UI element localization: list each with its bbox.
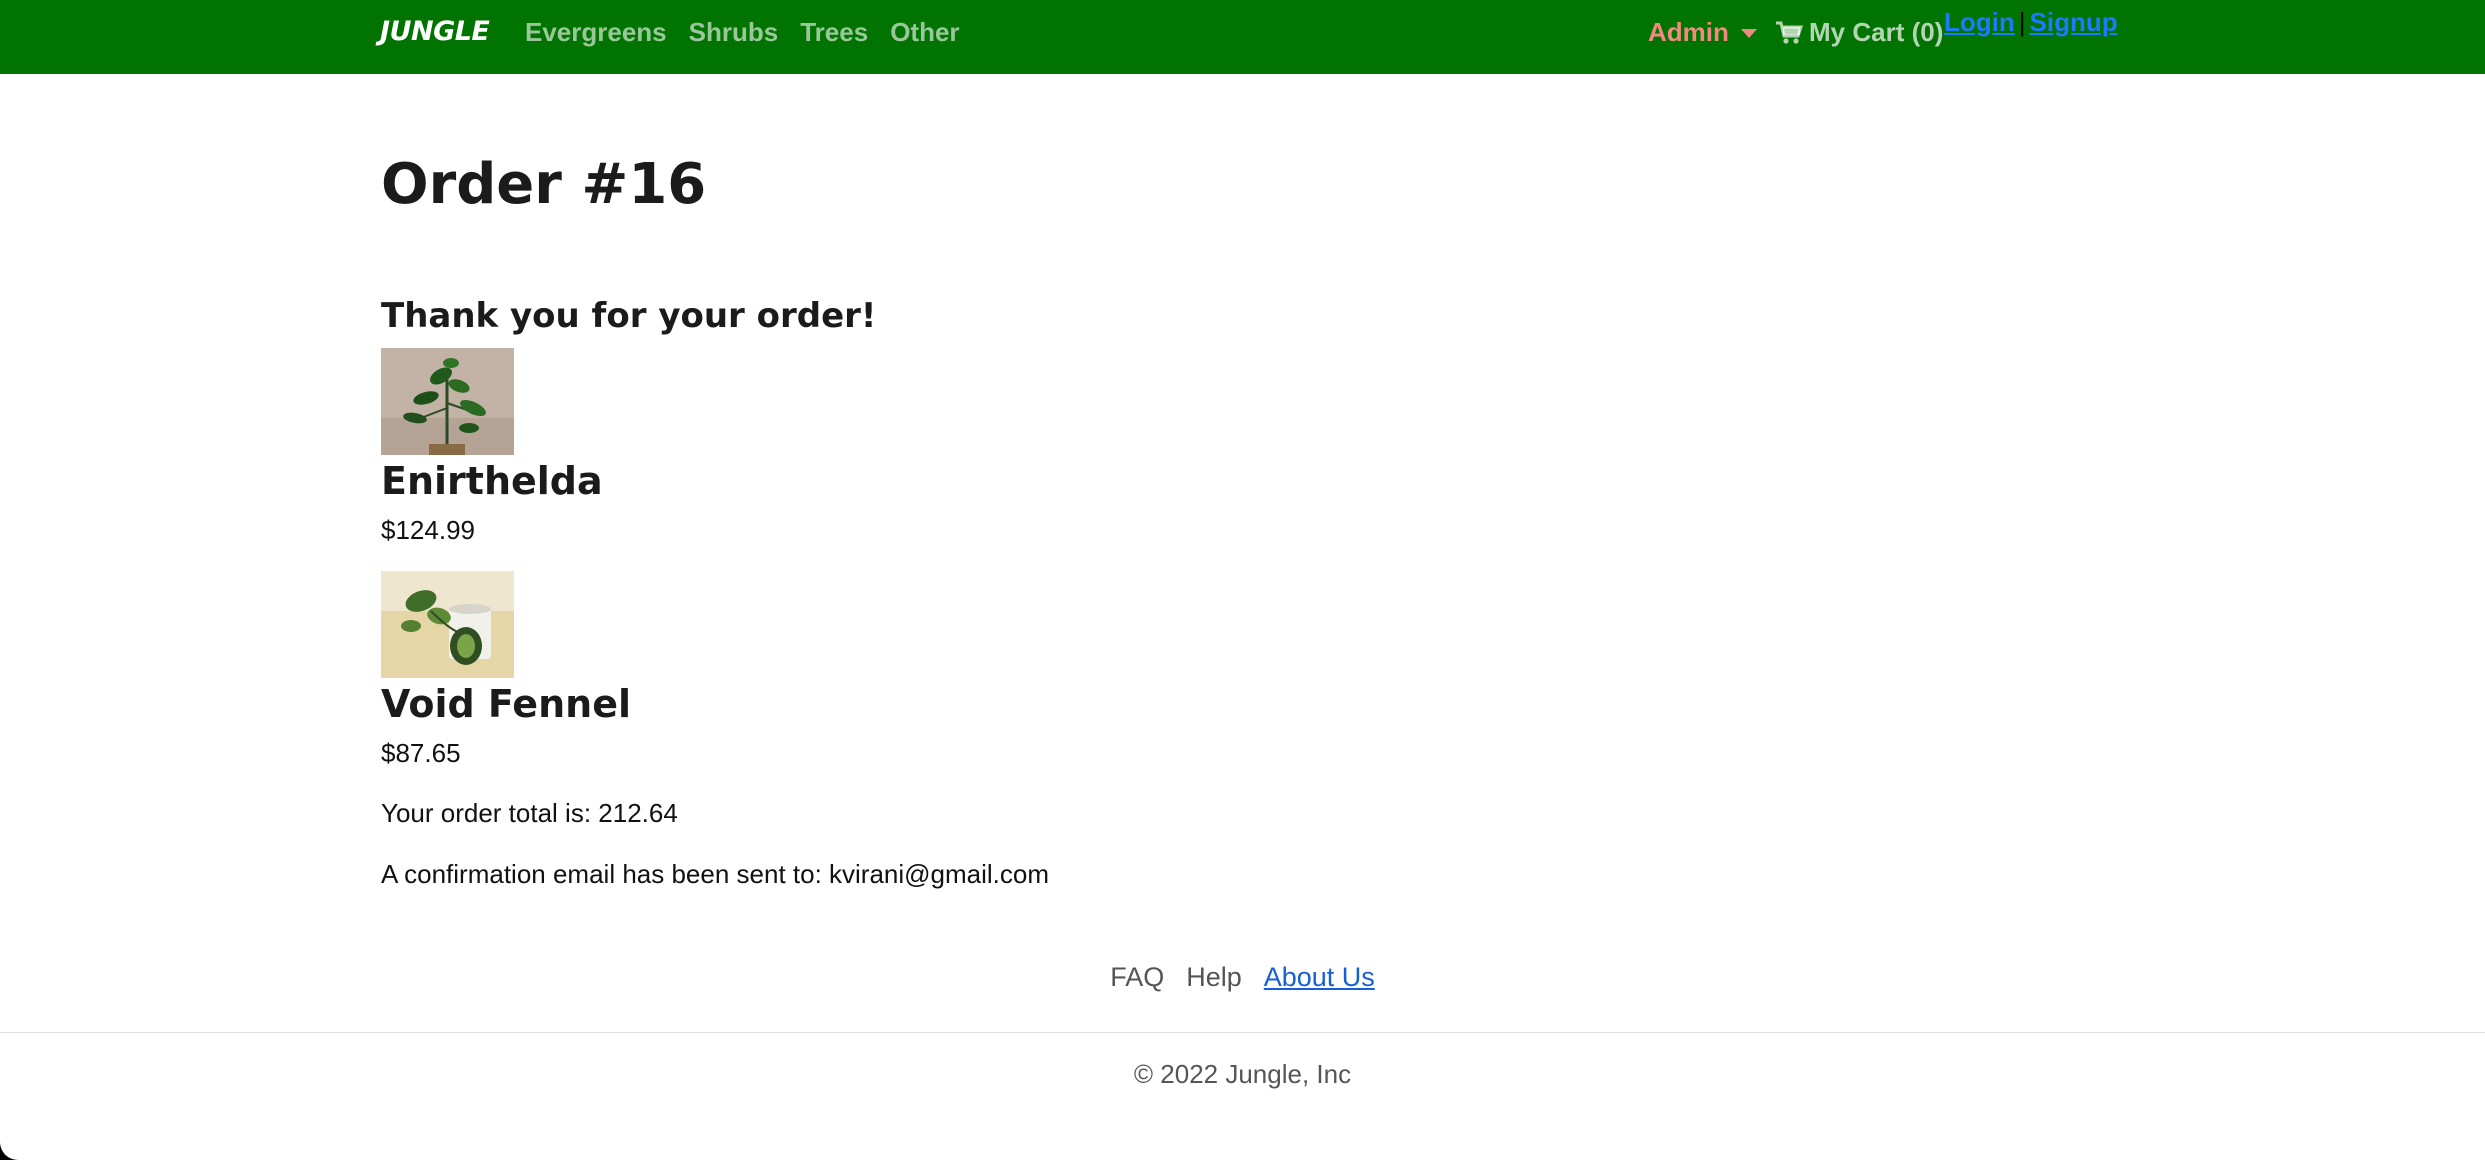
brand-logo[interactable]: JUNGLE xyxy=(380,16,490,47)
product-image xyxy=(381,571,514,678)
nav-link-shrubs[interactable]: Shrubs xyxy=(689,17,779,48)
footer-link-about-us[interactable]: About Us xyxy=(1264,962,1375,993)
product-name: Void Fennel xyxy=(381,682,631,726)
my-cart-link[interactable]: My Cart (0) xyxy=(1776,17,1943,48)
page-title: Order #16 xyxy=(381,152,707,217)
footer-links: FAQ Help About Us xyxy=(0,962,2485,993)
signup-link[interactable]: Signup xyxy=(2030,7,2118,38)
top-navbar: JUNGLE Evergreens Shrubs Trees Other Adm… xyxy=(0,0,2485,74)
category-nav: Evergreens Shrubs Trees Other xyxy=(525,17,960,48)
plant-image-icon xyxy=(381,348,514,455)
product-name: Enirthelda xyxy=(381,459,603,503)
shopping-cart-icon xyxy=(1776,21,1803,44)
footer-link-help[interactable]: Help xyxy=(1186,962,1242,993)
footer-divider xyxy=(0,1032,2485,1033)
confirmation-email-text: A confirmation email has been sent to: k… xyxy=(381,859,1050,889)
cart-label: My Cart (0) xyxy=(1809,17,1944,47)
nav-link-evergreens[interactable]: Evergreens xyxy=(525,17,667,48)
admin-dropdown[interactable]: Admin xyxy=(1648,17,1757,48)
nav-link-other[interactable]: Other xyxy=(890,17,959,48)
product-price: $87.65 xyxy=(381,738,461,768)
login-link[interactable]: Login xyxy=(1944,7,2015,38)
admin-label: Admin xyxy=(1648,17,1729,47)
caret-down-icon xyxy=(1740,29,1757,38)
copyright: © 2022 Jungle, Inc xyxy=(1133,1059,1352,1089)
thank-you-heading: Thank you for your order! xyxy=(381,296,877,336)
nav-link-trees[interactable]: Trees xyxy=(800,17,868,48)
auth-links: Login | Signup xyxy=(1944,7,2118,38)
page: JUNGLE Evergreens Shrubs Trees Other Adm… xyxy=(0,0,2485,1160)
plant-image-icon xyxy=(381,571,514,678)
product-price: $124.99 xyxy=(381,515,475,545)
auth-separator: | xyxy=(2018,7,2026,37)
footer-link-faq[interactable]: FAQ xyxy=(1110,962,1164,993)
product-image xyxy=(381,348,514,455)
order-total: Your order total is: 212.64 xyxy=(381,798,678,828)
